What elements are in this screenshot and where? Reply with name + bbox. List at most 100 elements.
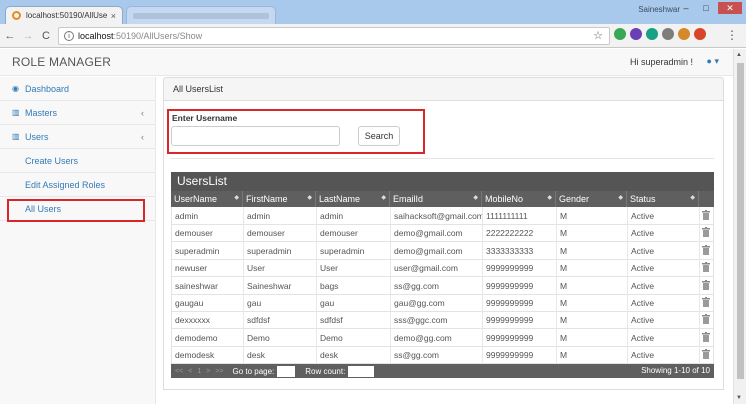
pager-prev-button[interactable]: < [188,368,192,375]
table-cell: 9999999999 [483,276,557,295]
table-cell: 1111111111 [483,207,557,225]
reload-icon[interactable]: C [38,30,54,42]
extension-purple-icon[interactable] [630,28,642,40]
column-header-label: MobileNo [485,194,524,204]
scroll-thumb[interactable] [737,63,744,379]
sort-icon[interactable]: ◆ [307,194,312,201]
forward-arrow-icon[interactable]: → [20,30,36,42]
table-cell: Demo [317,328,391,347]
minimize-button[interactable]: – [678,2,694,14]
column-header[interactable]: MobileNo ◆ [482,191,556,207]
column-header[interactable]: UserName ◆ [171,191,243,207]
table-row[interactable]: demouser demouser demouser demo@gmail.com 22… [171,224,714,243]
address-bar[interactable]: i localhost :50190/AllUsers/Show ☆ [58,27,610,45]
table-cell: Active [628,224,700,243]
column-header[interactable]: Gender ◆ [556,191,627,207]
trash-icon[interactable] [702,244,710,255]
column-header[interactable]: LastName ◆ [316,191,390,207]
pager-current-page[interactable]: 1 [197,368,201,375]
table-cell: M [557,294,628,312]
table-cell: demodesk [172,346,244,365]
pager-first-button[interactable]: << [175,368,183,375]
table-row[interactable]: demodesk desk desk ss@gg.com 9999999999 M Acti… [171,346,714,365]
table-cell: sss@ggc.com [391,311,483,330]
sidebar-item-create-users[interactable]: Create Users [0,149,156,173]
extension-grammarly-icon[interactable] [646,28,658,40]
table-cell: Active [628,311,700,330]
url-path: :50190/AllUsers/Show [113,31,203,41]
extension-gray-icon[interactable] [662,28,674,40]
tab-close-icon[interactable]: × [111,11,116,21]
bar-chart-icon: ▥ [12,108,20,117]
search-button[interactable]: Search [358,126,400,146]
table-cell: saineshwar [172,276,244,295]
trash-icon[interactable] [702,349,710,360]
table-cell: M [557,311,628,330]
table-row[interactable]: admin admin admin saihacksoft@gmail.com 1111… [171,207,714,225]
sidebar-item-masters[interactable]: ▥ Masters ‹ [0,101,156,125]
table-cell: M [557,241,628,260]
page-scrollbar[interactable]: ▲ ▼ [733,49,746,404]
extension-green-icon[interactable] [614,28,626,40]
scroll-down-arrow-icon[interactable]: ▼ [736,395,742,401]
sort-icon[interactable]: ◆ [234,194,239,201]
table-cell: M [557,328,628,347]
extension-gmail-icon[interactable] [694,28,706,40]
column-header[interactable]: FirstName ◆ [243,191,316,207]
trash-icon[interactable] [702,279,710,290]
sidebar-item-label: Edit Assigned Roles [25,179,106,190]
browser-toolbar: ← → C i localhost :50190/AllUsers/Show ☆… [0,24,746,48]
sort-icon[interactable]: ◆ [618,194,623,201]
sidebar-item-dashboard[interactable]: ◉ Dashboard [0,77,156,101]
trash-icon[interactable] [702,331,710,342]
browser-tab-inactive[interactable] [126,6,276,24]
trash-icon[interactable] [702,262,710,273]
sort-icon[interactable]: ◆ [473,194,478,201]
browser-profile-name[interactable]: Saineshwar [638,5,680,14]
go-to-page-input[interactable] [277,365,296,377]
table-cell: Demo [244,328,317,347]
sidebar-item-edit-assigned-roles[interactable]: Edit Assigned Roles [0,173,156,197]
trash-icon[interactable] [702,227,710,238]
bookmark-star-icon[interactable]: ☆ [593,29,603,42]
caret-down-icon: ▾ [714,56,719,66]
info-icon[interactable]: i [64,31,74,41]
column-header[interactable]: EmailId ◆ [390,191,482,207]
user-icon: ● [706,56,712,66]
maximize-button[interactable]: □ [698,2,714,14]
table-row[interactable]: dexxxxxx sdfdsf sdfdsf sss@ggc.com 999999999… [171,311,714,330]
table-row[interactable]: newuser User User user@gmail.com 9999999999 M… [171,259,714,278]
table-cell: admin [317,207,391,225]
column-header[interactable]: Status ◆ [627,191,699,207]
pager-last-button[interactable]: >> [215,368,223,375]
back-arrow-icon[interactable]: ← [2,30,18,42]
table-row[interactable]: demodemo Demo Demo demo@gg.com 9999999999 M Ac… [171,328,714,347]
user-menu-dropdown[interactable]: ● ▾ [707,56,719,67]
scroll-up-arrow-icon[interactable]: ▲ [736,52,742,58]
user-greeting: Hi superadmin ! [629,57,693,67]
table-row[interactable]: gaugau gau gau gau@gg.com 9999999999 M Active [171,294,714,312]
browser-tab-active[interactable]: localhost:50190/AllUsers × [5,6,123,24]
browser-menu-icon[interactable]: ⋮ [726,28,738,42]
username-search-input[interactable] [171,126,340,146]
sort-icon[interactable]: ◆ [690,194,695,201]
table-cell: User [317,259,391,278]
trash-icon[interactable] [702,210,710,220]
search-label: Enter Username [172,113,238,123]
sidebar-item-users[interactable]: ▥ Users ‹ [0,125,156,149]
app-navbar: ROLE MANAGER Hi superadmin ! ● ▾ [0,49,733,76]
table-cell: desk [244,346,317,365]
table-cell: user@gmail.com [391,259,483,278]
tab-title: localhost:50190/AllUsers [26,11,107,20]
table-row[interactable]: saineshwar Saineshwar bags ss@gg.com 9999999… [171,276,714,295]
row-count-input[interactable] [348,365,375,377]
sort-icon[interactable]: ◆ [547,194,552,201]
pager-next-button[interactable]: > [206,368,210,375]
table-row[interactable]: superadmin superadmin superadmin demo@gmail… [171,241,714,260]
trash-icon[interactable] [702,297,710,307]
window-close-button[interactable]: ✕ [718,2,742,14]
trash-icon[interactable] [702,314,710,325]
extension-cookie-icon[interactable] [678,28,690,40]
app-brand[interactable]: ROLE MANAGER [12,55,111,69]
sort-icon[interactable]: ◆ [381,194,386,201]
